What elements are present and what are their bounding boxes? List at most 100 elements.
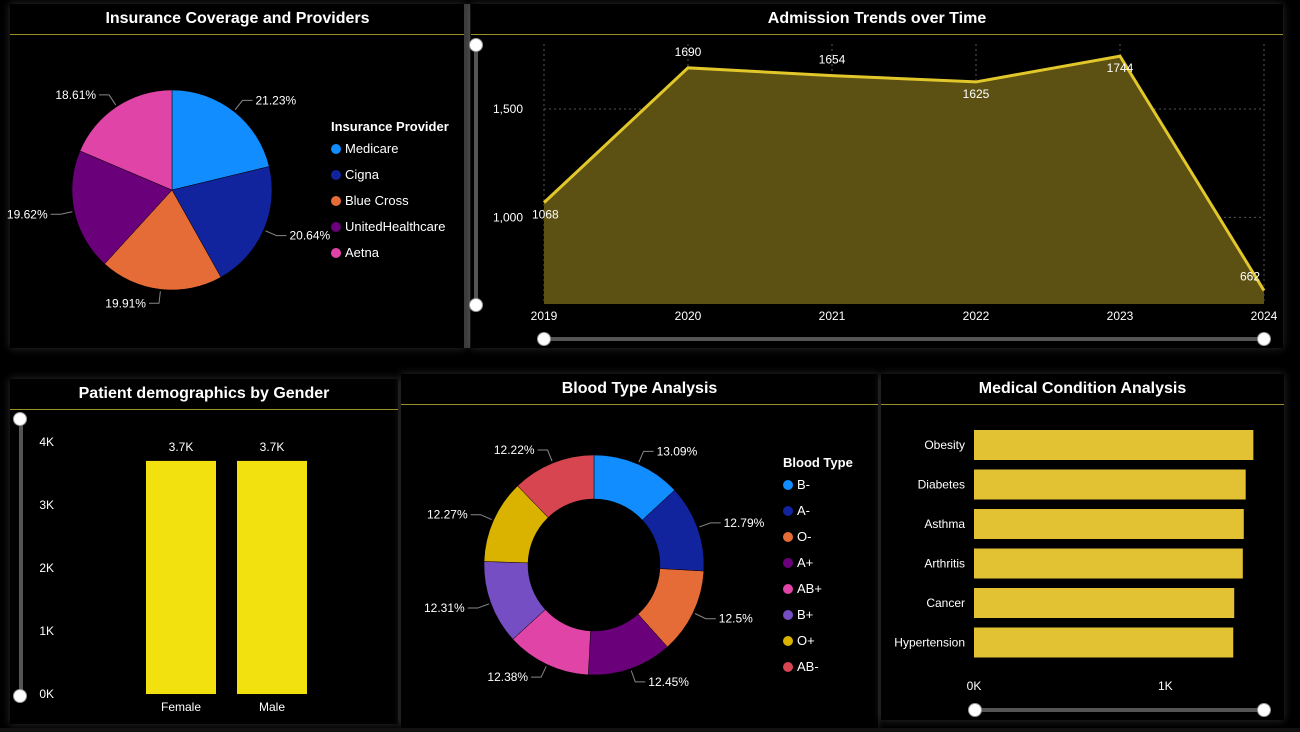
y-tick-label: 1,000 bbox=[493, 210, 523, 224]
gender-y-slider-top-handle[interactable] bbox=[13, 412, 27, 426]
legend-marker bbox=[331, 144, 341, 154]
conditions-bar-chart[interactable]: Obesity Diabetes Asthma Arthritis Cancer Hype… bbox=[881, 374, 1284, 720]
bottom-scroll-strip bbox=[0, 728, 1300, 732]
legend-marker bbox=[783, 558, 793, 568]
legend-marker bbox=[331, 222, 341, 232]
leader-line bbox=[638, 450, 654, 463]
legend-item: A+ bbox=[797, 555, 813, 570]
data-label: 21.23% bbox=[256, 93, 297, 107]
x-tick-label: Male bbox=[259, 700, 285, 714]
legend-item: Cigna bbox=[345, 167, 380, 182]
conditions-x-slider-track[interactable] bbox=[975, 708, 1263, 712]
x-tick-label: 2024 bbox=[1251, 309, 1278, 323]
data-label: 662 bbox=[1240, 270, 1260, 284]
x-tick-label: 1K bbox=[1158, 679, 1173, 693]
data-label: 1654 bbox=[819, 53, 846, 67]
admissions-x-slider-right-handle[interactable] bbox=[1257, 332, 1271, 346]
legend-item: AB- bbox=[797, 659, 819, 674]
bar-diabetes bbox=[974, 469, 1246, 500]
data-label: 12.5% bbox=[719, 612, 753, 626]
blood-panel: Blood Type Analysis 13.09% 12.79% 12.5% 12.… bbox=[401, 374, 878, 728]
blood-donut-chart[interactable]: 13.09% 12.79% 12.5% 12.45% 12.38% 12.31% 12.27… bbox=[401, 374, 878, 728]
legend-item: UnitedHealthcare bbox=[345, 219, 445, 234]
legend-item: Blue Cross bbox=[345, 193, 409, 208]
y-tick-label: Diabetes bbox=[918, 478, 965, 492]
legend-marker bbox=[331, 196, 341, 206]
legend-item: O+ bbox=[797, 633, 815, 648]
leader-line bbox=[470, 514, 492, 521]
insurance-legend-title: Insurance Provider bbox=[331, 119, 449, 134]
leader-line bbox=[537, 449, 553, 462]
data-label: 12.45% bbox=[648, 675, 689, 689]
bar-hypertension bbox=[974, 627, 1234, 658]
y-tick-label: Cancer bbox=[926, 596, 965, 610]
leader-line bbox=[50, 211, 73, 215]
admissions-panel: Admission Trends over Time 1,000 1,500 201… bbox=[469, 4, 1283, 348]
legend-item: O- bbox=[797, 529, 811, 544]
conditions-x-slider-right-handle[interactable] bbox=[1257, 703, 1271, 717]
admissions-y-slider-bottom-handle[interactable] bbox=[469, 298, 483, 312]
data-label: 1068 bbox=[532, 208, 559, 222]
admissions-y-slider-track[interactable] bbox=[474, 44, 478, 304]
blood-legend-title: Blood Type bbox=[783, 455, 853, 470]
y-tick-label: 0K bbox=[39, 687, 54, 701]
admissions-area-chart[interactable]: 1,000 1,500 2019 2020 2021 2022 2023 2024 1068 16… bbox=[471, 4, 1283, 348]
admissions-x-slider-track[interactable] bbox=[543, 337, 1265, 341]
leader-line bbox=[265, 230, 287, 237]
y-tick-label: 1K bbox=[39, 624, 54, 638]
bar-cancer bbox=[974, 588, 1235, 618]
data-label: 18.61% bbox=[55, 88, 96, 102]
leader-line bbox=[467, 603, 490, 609]
x-tick-label: Female bbox=[161, 700, 201, 714]
gender-bar-chart[interactable]: 0K 1K 2K 3K 4K 3.7K Female 3.7K Male bbox=[10, 379, 398, 724]
conditions-panel: Medical Condition Analysis Obesity Diabet… bbox=[881, 374, 1284, 720]
leader-line bbox=[699, 522, 721, 528]
panel-divider bbox=[464, 4, 470, 348]
bar-arthritis bbox=[974, 548, 1243, 579]
legend-item: B- bbox=[797, 477, 810, 492]
leader-line bbox=[99, 94, 117, 106]
insurance-pie-chart[interactable]: 21.23%20.64%19.91%19.62%18.61%Insurance … bbox=[7, 4, 465, 348]
bar-asthma bbox=[974, 509, 1244, 539]
y-tick-label: Arthritis bbox=[924, 557, 965, 571]
x-tick-label: 2019 bbox=[531, 309, 558, 323]
x-tick-label: 2021 bbox=[819, 309, 846, 323]
legend-item: AB+ bbox=[797, 581, 822, 596]
conditions-x-slider-left-handle[interactable] bbox=[968, 703, 982, 717]
bar-male bbox=[237, 460, 307, 694]
data-label: 3.7K bbox=[169, 440, 194, 454]
leader-line bbox=[148, 291, 161, 304]
data-label: 12.79% bbox=[724, 516, 765, 530]
legend-marker bbox=[331, 170, 341, 180]
y-tick-label: 4K bbox=[39, 435, 54, 449]
y-tick-label: 2K bbox=[39, 561, 54, 575]
data-label: 3.7K bbox=[260, 440, 285, 454]
admissions-x-slider-left-handle[interactable] bbox=[537, 332, 551, 346]
legend-item: Aetna bbox=[345, 245, 380, 260]
data-label: 12.27% bbox=[427, 508, 468, 522]
legend-item: B+ bbox=[797, 607, 813, 622]
x-tick-label: 0K bbox=[967, 679, 982, 693]
data-label: 12.22% bbox=[494, 443, 535, 457]
insurance-panel: Insurance Coverage and Providers 21.23% 2… bbox=[7, 4, 465, 348]
data-label: 1625 bbox=[963, 87, 990, 101]
admissions-y-slider-top-handle[interactable] bbox=[469, 38, 483, 52]
area-fill bbox=[544, 56, 1264, 305]
leader-line bbox=[531, 666, 547, 678]
data-label: 1744 bbox=[1107, 61, 1134, 75]
legend-marker bbox=[783, 610, 793, 620]
leader-line bbox=[234, 99, 253, 111]
data-label: 12.31% bbox=[424, 601, 465, 615]
legend-item: A- bbox=[797, 503, 810, 518]
legend-marker bbox=[783, 636, 793, 646]
legend-marker bbox=[783, 532, 793, 542]
data-label: 19.62% bbox=[7, 207, 48, 221]
legend-marker bbox=[331, 248, 341, 258]
leader-line bbox=[694, 613, 716, 620]
gender-y-slider-track[interactable] bbox=[19, 421, 23, 695]
y-tick-label: Hypertension bbox=[894, 636, 965, 650]
gender-y-slider-bottom-handle[interactable] bbox=[13, 689, 27, 703]
gender-panel: Patient demographics by Gender 0K 1K 2K 3K 4… bbox=[10, 379, 398, 724]
legend-item: Medicare bbox=[345, 141, 398, 156]
data-label: 19.91% bbox=[105, 296, 146, 310]
